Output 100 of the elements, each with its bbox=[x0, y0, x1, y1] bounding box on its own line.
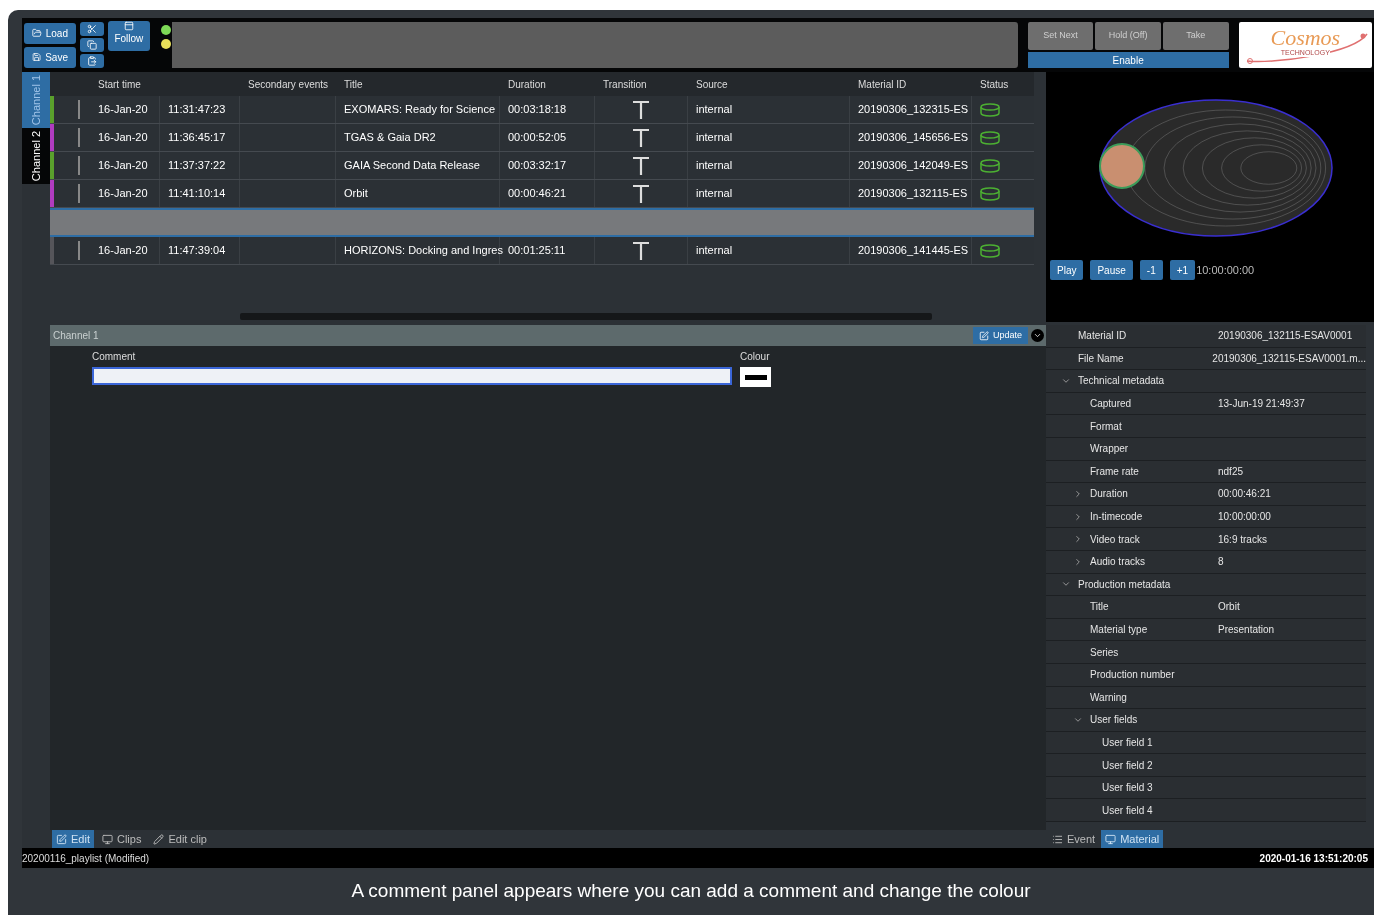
chevron-right-icon[interactable] bbox=[1073, 511, 1083, 522]
metadata-row[interactable]: Technical metadata bbox=[1046, 370, 1366, 393]
save-button[interactable]: Save bbox=[24, 46, 76, 68]
panel-tab[interactable]: Event bbox=[1048, 830, 1100, 848]
channel-tab[interactable]: Channel 2 bbox=[22, 128, 50, 184]
time-cell-text: 11:37:37:22 bbox=[168, 158, 226, 174]
column-header[interactable]: Start time bbox=[90, 76, 240, 92]
column-header[interactable]: Secondary events bbox=[240, 76, 336, 92]
metadata-row[interactable]: Production number bbox=[1046, 663, 1366, 687]
material-id-cell-text: 20190306_132115-ES bbox=[858, 186, 968, 202]
load-button[interactable]: Load bbox=[24, 22, 76, 44]
chevron-down-icon[interactable] bbox=[1061, 376, 1071, 386]
metadata-row[interactable]: Audio tracks 8 bbox=[1046, 550, 1366, 574]
playback-button[interactable]: Play bbox=[1050, 260, 1084, 280]
t-shape-icon bbox=[632, 155, 650, 176]
metadata-label: Series bbox=[1090, 645, 1119, 660]
edit-icon bbox=[56, 833, 67, 845]
duration-cell-text: 00:00:46:21 bbox=[508, 186, 567, 202]
date-cell-text: 16-Jan-20 bbox=[98, 158, 148, 174]
metadata-row[interactable]: File Name 20190306_132115-ESAV0001.m... bbox=[1046, 347, 1366, 371]
metadata-row[interactable]: User field 1 bbox=[1046, 731, 1366, 755]
metadata-row[interactable]: Material ID 20190306_132115-ESAV0001 bbox=[1046, 325, 1366, 348]
copy-button[interactable] bbox=[80, 38, 104, 52]
duration-cell-text: 00:00:52:05 bbox=[508, 130, 567, 146]
metadata-row[interactable]: User fields bbox=[1046, 709, 1366, 732]
source-cell-text: internal bbox=[696, 158, 733, 174]
metadata-row[interactable]: User field 4 bbox=[1046, 799, 1366, 823]
column-header[interactable]: Status bbox=[972, 76, 1034, 92]
metadata-label: User field 4 bbox=[1102, 803, 1153, 818]
metadata-label: Format bbox=[1090, 419, 1122, 434]
metadata-row[interactable]: Wrapper bbox=[1046, 437, 1366, 461]
update-button[interactable]: Update bbox=[972, 327, 1028, 344]
scrollbar[interactable] bbox=[240, 313, 932, 320]
source-cell-text: internal bbox=[696, 102, 733, 118]
paste-button[interactable] bbox=[80, 54, 104, 68]
pencil-icon bbox=[153, 833, 165, 845]
collapse-icon[interactable] bbox=[1031, 329, 1044, 342]
column-header[interactable]: Duration bbox=[500, 76, 595, 92]
playback-button[interactable]: -1 bbox=[1139, 260, 1163, 280]
list-icon bbox=[1052, 833, 1063, 845]
time-cell-text: 11:47:39:04 bbox=[168, 243, 226, 259]
playback-button[interactable]: +1 bbox=[1169, 260, 1196, 280]
panel-tab[interactable]: Clips bbox=[97, 830, 146, 848]
column-header[interactable]: Material ID bbox=[850, 76, 972, 92]
chevron-right-icon[interactable] bbox=[1073, 556, 1083, 567]
material-id-cell-text: 20190306_132315-ES bbox=[858, 102, 969, 118]
database-icon bbox=[980, 130, 1000, 145]
database-icon bbox=[980, 158, 1000, 173]
time-cell-text: 11:36:45:17 bbox=[168, 130, 226, 146]
playlist-row[interactable]: 16-Jan-20 11:41:10:14 Orbit 00:00:46:21 internal 20190306_132115-ES bbox=[50, 180, 1034, 208]
metadata-row[interactable]: Video track 16:9 tracks bbox=[1046, 528, 1366, 551]
panel-tab[interactable]: Edit clip bbox=[149, 830, 211, 848]
metadata-row[interactable]: Format bbox=[1046, 415, 1366, 438]
title-cell-text: Orbit bbox=[344, 186, 368, 202]
metadata-row[interactable]: Material type Presentation bbox=[1046, 618, 1366, 642]
metadata-row[interactable]: Captured 13-Jun-19 21:49:37 bbox=[1046, 392, 1366, 416]
comment-field[interactable] bbox=[92, 367, 732, 385]
colour-swatch[interactable] bbox=[740, 367, 771, 387]
metadata-row[interactable]: Frame rate ndf25 bbox=[1046, 460, 1366, 484]
enable-button[interactable]: Enable bbox=[1027, 52, 1229, 68]
follow-button[interactable]: Follow bbox=[108, 21, 150, 51]
chevron-right-icon[interactable] bbox=[1073, 488, 1083, 499]
metadata-row[interactable]: Series bbox=[1046, 641, 1366, 664]
metadata-label: User field 3 bbox=[1102, 781, 1153, 796]
playlist-row[interactable]: 16-Jan-20 11:37:37:22 GAIA Second Data Release 00:03:32:17 internal 20190306_142049-ES bbox=[50, 152, 1034, 180]
chevron-right-icon[interactable] bbox=[1073, 534, 1083, 545]
caption: A comment panel appears where you can add a comment and change the colour bbox=[351, 879, 1031, 904]
metadata-label: Wrapper bbox=[1090, 442, 1129, 457]
metadata-row[interactable]: Production metadata bbox=[1046, 573, 1366, 597]
metadata-row[interactable]: In-timecode 10:00:00:00 bbox=[1046, 505, 1366, 529]
metadata-label: Warning bbox=[1090, 690, 1127, 705]
monitor-icon bbox=[101, 833, 113, 845]
metadata-label: Video track bbox=[1090, 532, 1140, 547]
panel-tab[interactable]: Material bbox=[1101, 830, 1164, 848]
t-shape-icon bbox=[632, 99, 650, 120]
title-cell-text: GAIA Second Data Release bbox=[344, 158, 480, 174]
metadata-row[interactable]: Duration 00:00:46:21 bbox=[1046, 483, 1366, 506]
column-header[interactable]: Source bbox=[688, 76, 850, 92]
metadata-row[interactable]: User field 3 bbox=[1046, 776, 1366, 800]
playback-button[interactable]: Pause bbox=[1090, 260, 1133, 280]
column-header[interactable]: Transition bbox=[595, 76, 688, 92]
material-id-cell-text: 20190306_142049-ES bbox=[858, 158, 969, 174]
scissors-icon bbox=[87, 24, 97, 34]
database-icon bbox=[980, 102, 1000, 117]
metadata-label: Technical metadata bbox=[1078, 374, 1165, 389]
metadata-row[interactable]: Warning bbox=[1046, 686, 1366, 710]
date-cell-text: 16-Jan-20 bbox=[98, 102, 148, 118]
playlist-row[interactable]: 16-Jan-20 11:31:47:23 EXOMARS: Ready for Science 00:03:18:18 internal 20190306_132315-ES bbox=[50, 96, 1034, 124]
panel-tab[interactable]: Edit bbox=[52, 830, 94, 848]
cut-button[interactable] bbox=[80, 22, 104, 36]
monitor-icon bbox=[1105, 833, 1117, 845]
playlist-row[interactable]: 16-Jan-20 11:36:45:17 TGAS & Gaia DR2 00:00:52:05 internal 20190306_145656-ES bbox=[50, 124, 1034, 152]
metadata-label: Production number bbox=[1090, 668, 1175, 683]
metadata-row[interactable]: Title Orbit bbox=[1046, 596, 1366, 619]
metadata-row[interactable]: User field 2 bbox=[1046, 754, 1366, 777]
playlist-row[interactable]: 16-Jan-20 11:47:39:04 HORIZONS: Docking and Ingres 00:01:25:11 internal 20190306_141445-ES bbox=[50, 237, 1034, 265]
source-cell-text: internal bbox=[696, 243, 733, 259]
edit-icon bbox=[978, 330, 989, 341]
column-header[interactable]: Title bbox=[336, 76, 500, 92]
date-time: 2020-01-16 13:51:20:05 bbox=[1259, 851, 1368, 866]
